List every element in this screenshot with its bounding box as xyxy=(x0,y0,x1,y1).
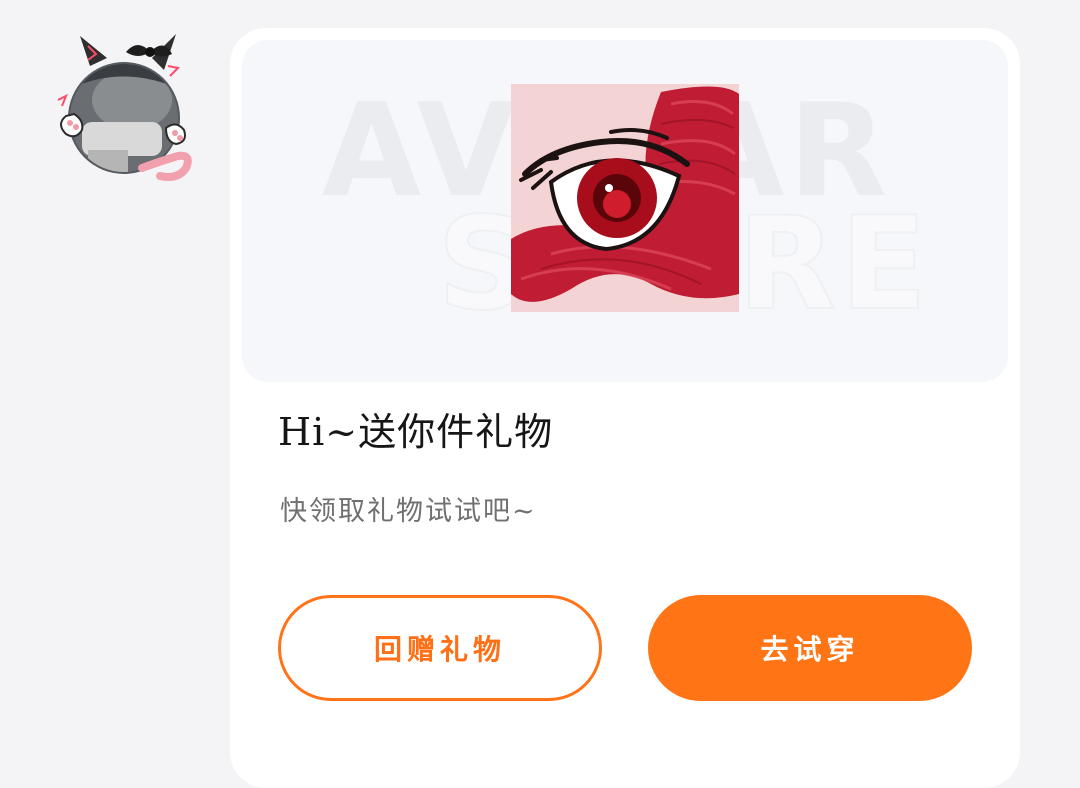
sender-avatar[interactable] xyxy=(52,30,194,182)
try-on-button[interactable]: 去试穿 xyxy=(648,595,972,701)
eye-makeup-product-image[interactable] xyxy=(511,84,739,312)
cat-ear-avatar-icon xyxy=(57,34,192,181)
gift-back-button[interactable]: 回赠礼物 xyxy=(278,595,602,701)
gift-card: AVATAR STORE Hi~送你件礼物 快领取礼物试试吧~ 回赠礼物 去试穿 xyxy=(230,28,1020,788)
gift-banner: AVATAR STORE xyxy=(242,40,1008,382)
red-eye-makeup-icon xyxy=(511,84,739,312)
gift-subtitle: 快领取礼物试试吧~ xyxy=(280,496,537,527)
gift-title: Hi~送你件礼物 xyxy=(278,410,554,454)
